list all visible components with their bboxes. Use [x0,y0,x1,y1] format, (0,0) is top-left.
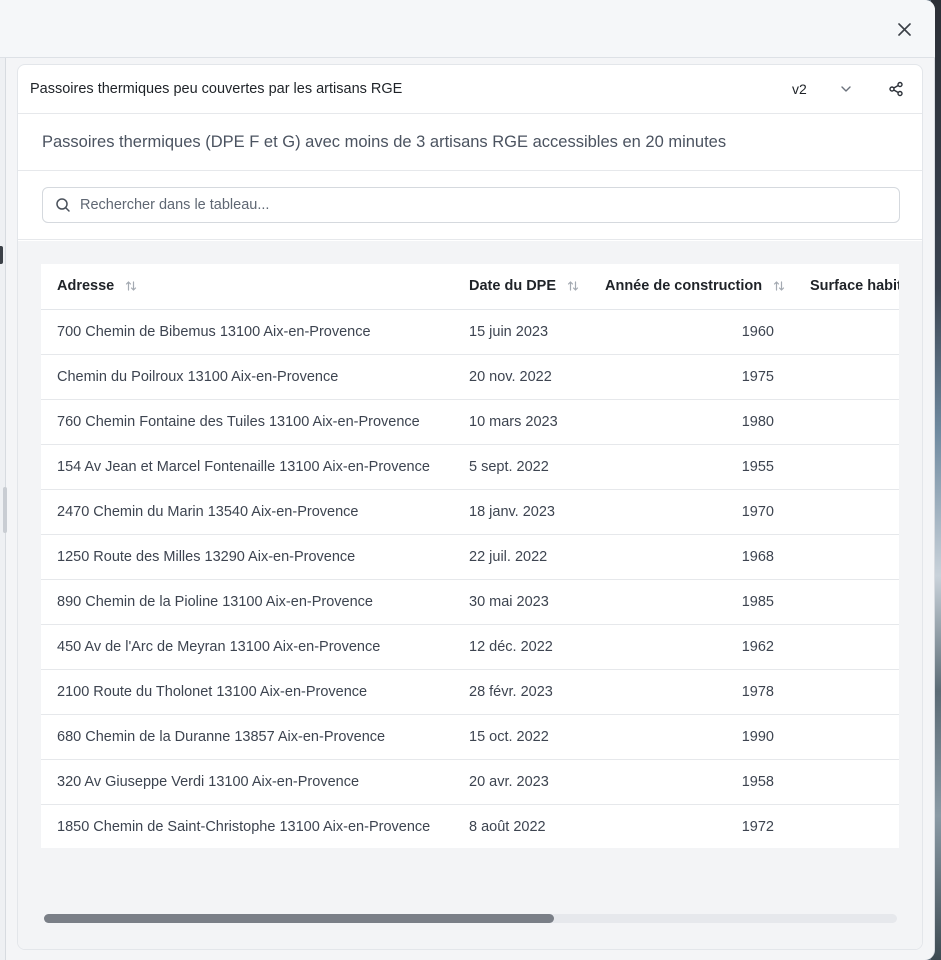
column-header-label: Année de construction [605,278,763,295]
table-row[interactable]: 1250 Route des Milles 13290 Aix-en-Prove… [41,534,899,580]
cell-year: 1960 [588,309,794,355]
horizontal-scrollbar[interactable] [44,914,897,923]
cell-surface [794,444,899,490]
card-subtitle: Passoires thermiques (DPE F et G) avec m… [18,114,922,171]
cell-date: 22 juil. 2022 [453,534,588,580]
cell-date: 30 mai 2023 [453,579,588,625]
table-row[interactable]: 320 Av Giuseppe Verdi 13100 Aix-en-Prove… [41,759,899,805]
cell-date: 8 août 2022 [453,804,588,848]
cell-address: 2100 Route du Tholonet 13100 Aix-en-Prov… [41,669,453,715]
cell-year: 1972 [588,804,794,848]
table-row[interactable]: 450 Av de l'Arc de Meyran 13100 Aix-en-P… [41,624,899,670]
cell-surface [794,309,899,355]
column-header-label: Date du DPE [469,278,557,295]
version-value: v2 [792,81,807,97]
cell-surface [794,669,899,715]
table-row[interactable]: Chemin du Poilroux 13100 Aix-en-Provence… [41,354,899,400]
cell-address: 1850 Chemin de Saint-Christophe 13100 Ai… [41,804,453,848]
sort-icon[interactable] [772,279,786,293]
cell-year: 1970 [588,489,794,535]
cell-year: 1962 [588,624,794,670]
cell-address: 700 Chemin de Bibemus 13100 Aix-en-Prove… [41,309,453,355]
table-row[interactable]: 760 Chemin Fontaine des Tuiles 13100 Aix… [41,399,899,445]
table-row[interactable]: 2470 Chemin du Marin 13540 Aix-en-Proven… [41,489,899,535]
table-row[interactable]: 700 Chemin de Bibemus 13100 Aix-en-Prove… [41,309,899,355]
sort-icon[interactable] [566,279,580,293]
cell-year: 1978 [588,669,794,715]
cell-date: 20 nov. 2022 [453,354,588,400]
cell-address: 1250 Route des Milles 13290 Aix-en-Prove… [41,534,453,580]
cell-surface [794,624,899,670]
column-header-label: Surface habitable [810,278,899,295]
cell-date: 10 mars 2023 [453,399,588,445]
cell-surface [794,534,899,580]
table-row[interactable]: 2100 Route du Tholonet 13100 Aix-en-Prov… [41,669,899,715]
chevron-down-icon [841,86,851,92]
close-button[interactable] [895,20,913,38]
cell-date: 15 oct. 2022 [453,714,588,760]
cell-address: 680 Chemin de la Duranne 13857 Aix-en-Pr… [41,714,453,760]
card-header: Passoires thermiques peu couvertes par l… [18,65,922,114]
share-button[interactable] [886,79,906,99]
cell-address: 320 Av Giuseppe Verdi 13100 Aix-en-Prove… [41,759,453,805]
cell-address: 760 Chemin Fontaine des Tuiles 13100 Aix… [41,399,453,445]
cell-date: 15 juin 2023 [453,309,588,355]
cell-year: 1958 [588,759,794,805]
horizontal-scrollbar-thumb[interactable] [44,914,554,923]
data-table-viewport: Adresse Date du DPE Année de constructio… [41,264,899,848]
cell-address: Chemin du Poilroux 13100 Aix-en-Provence [41,354,453,400]
side-panel: Passoires thermiques peu couvertes par l… [0,0,935,960]
cell-year: 1980 [588,399,794,445]
search-icon [55,197,71,213]
cell-surface [794,399,899,445]
search-input[interactable] [80,197,840,213]
table-row[interactable]: 1850 Chemin de Saint-Christophe 13100 Ai… [41,804,899,848]
search-box[interactable] [42,187,900,223]
cell-year: 1985 [588,579,794,625]
cell-surface [794,489,899,535]
rail-scrollbar[interactable] [3,487,7,533]
cell-date: 18 janv. 2023 [453,489,588,535]
cell-year: 1968 [588,534,794,580]
card-title: Passoires thermiques peu couvertes par l… [30,81,403,97]
share-icon [889,81,903,97]
cell-year: 1955 [588,444,794,490]
cell-date: 5 sept. 2022 [453,444,588,490]
sort-icon[interactable] [124,279,138,293]
cell-address: 154 Av Jean et Marcel Fontenaille 13100 … [41,444,453,490]
cell-year: 1975 [588,354,794,400]
column-header-year[interactable]: Année de construction [588,264,794,310]
table-zone: Adresse Date du DPE Année de constructio… [18,241,922,949]
cell-date: 28 févr. 2023 [453,669,588,715]
cell-surface [794,804,899,848]
cell-surface [794,759,899,805]
table-row[interactable]: 680 Chemin de la Duranne 13857 Aix-en-Pr… [41,714,899,760]
table-body: 700 Chemin de Bibemus 13100 Aix-en-Prove… [41,309,899,848]
cell-date: 20 avr. 2023 [453,759,588,805]
panel-topbar [0,0,935,58]
cell-surface [794,714,899,760]
cell-date: 12 déc. 2022 [453,624,588,670]
column-header-address[interactable]: Adresse [41,264,453,310]
close-icon [897,22,911,36]
cell-surface [794,354,899,400]
column-header-surface[interactable]: Surface habitable [794,264,899,310]
column-header-date[interactable]: Date du DPE [453,264,588,310]
cell-year: 1990 [588,714,794,760]
table-row[interactable]: 890 Chemin de la Pioline 13100 Aix-en-Pr… [41,579,899,625]
cell-address: 450 Av de l'Arc de Meyran 13100 Aix-en-P… [41,624,453,670]
table-header-row: Adresse Date du DPE Année de constructio… [41,264,899,310]
cell-address: 890 Chemin de la Pioline 13100 Aix-en-Pr… [41,579,453,625]
cell-address: 2470 Chemin du Marin 13540 Aix-en-Proven… [41,489,453,535]
search-zone [18,171,922,240]
cell-surface [794,579,899,625]
rail-handle[interactable] [0,246,3,264]
data-table: Adresse Date du DPE Année de constructio… [41,264,899,848]
version-select[interactable]: v2 [780,72,868,106]
table-row[interactable]: 154 Av Jean et Marcel Fontenaille 13100 … [41,444,899,490]
column-header-label: Adresse [57,278,115,295]
table-card: Passoires thermiques peu couvertes par l… [17,64,923,950]
